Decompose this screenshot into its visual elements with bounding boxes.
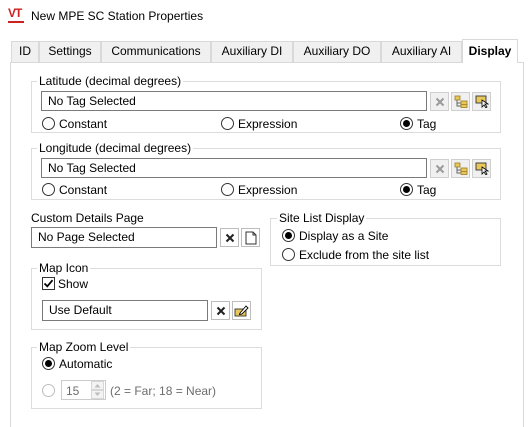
clear-latitude-button[interactable] [430, 92, 449, 111]
show-map-icon-checkbox[interactable] [42, 277, 55, 290]
zoom-up-button[interactable] [91, 381, 104, 390]
tab-auxiliary-ai[interactable]: Auxiliary AI [381, 41, 462, 62]
longitude-constant-label: Constant [59, 183, 108, 197]
longitude-tag-field[interactable]: No Tag Selected [41, 158, 427, 178]
zoom-down-button[interactable] [91, 390, 104, 399]
latitude-expression-label: Expression [238, 117, 298, 131]
tag-tree-icon [454, 95, 467, 108]
longitude-tag-radio[interactable] [400, 183, 413, 196]
browse-longitude-tag-button[interactable] [451, 159, 470, 178]
close-icon [225, 233, 234, 242]
pick-latitude-tag-button[interactable] [472, 92, 491, 111]
checkmark-icon [43, 279, 54, 288]
zoom-level-hint: (2 = Far; 18 = Near) [110, 384, 217, 398]
tab-auxiliary-di[interactable]: Auxiliary DI [211, 41, 293, 62]
zoom-automatic-radio[interactable] [42, 357, 55, 370]
tab-communications[interactable]: Communications [101, 41, 211, 62]
clear-longitude-button[interactable] [430, 159, 449, 178]
page-icon [245, 231, 256, 244]
clear-custom-details-button[interactable] [220, 228, 239, 247]
tab-display[interactable]: Display [462, 39, 518, 63]
browse-latitude-tag-button[interactable] [451, 92, 470, 111]
chevron-up-icon [94, 384, 101, 388]
clear-map-icon-button[interactable] [211, 301, 230, 320]
site-list-display-legend: Site List Display [277, 211, 367, 225]
tag-select-icon [475, 95, 489, 108]
latitude-constant-label: Constant [59, 117, 108, 131]
browse-page-button[interactable] [241, 228, 260, 247]
close-icon [435, 97, 444, 106]
chevron-down-icon [94, 392, 101, 396]
app-logo-icon: VT [8, 6, 24, 23]
close-icon [216, 306, 225, 315]
window-title: New MPE SC Station Properties [31, 9, 204, 23]
latitude-tag-field[interactable]: No Tag Selected [41, 91, 427, 111]
map-icon-legend: Map Icon [37, 261, 91, 275]
display-as-site-label: Display as a Site [299, 229, 389, 243]
longitude-expression-radio[interactable] [221, 183, 234, 196]
longitude-constant-radio[interactable] [42, 183, 55, 196]
latitude-constant-radio[interactable] [42, 117, 55, 130]
longitude-expression-label: Expression [238, 183, 298, 197]
latitude-expression-radio[interactable] [221, 117, 234, 130]
custom-details-field[interactable]: No Page Selected [31, 227, 217, 248]
map-zoom-legend: Map Zoom Level [37, 340, 131, 354]
zoom-automatic-label: Automatic [59, 357, 113, 371]
longitude-legend: Longitude (decimal degrees) [37, 141, 194, 155]
zoom-manual-radio[interactable] [42, 384, 55, 397]
edit-icon [234, 304, 249, 316]
pick-longitude-tag-button[interactable] [472, 159, 491, 178]
edit-map-icon-button[interactable] [232, 301, 251, 320]
display-as-site-radio[interactable] [282, 229, 295, 242]
zoom-level-value: 15 [66, 384, 80, 398]
exclude-from-site-list-label: Exclude from the site list [299, 248, 430, 262]
tab-id[interactable]: ID [11, 41, 39, 62]
exclude-from-site-list-radio[interactable] [282, 248, 295, 261]
latitude-legend: Latitude (decimal degrees) [37, 74, 184, 88]
latitude-tag-radio[interactable] [400, 117, 413, 130]
map-icon-field[interactable]: Use Default [42, 300, 208, 321]
tag-tree-icon [454, 162, 467, 175]
close-icon [435, 164, 444, 173]
custom-details-label: Custom Details Page [31, 211, 144, 225]
latitude-tag-label: Tag [417, 117, 437, 131]
longitude-tag-label: Tag [417, 183, 437, 197]
tab-settings[interactable]: Settings [39, 41, 101, 62]
tag-select-icon [475, 162, 489, 175]
show-map-icon-label: Show [58, 277, 89, 291]
tab-auxiliary-do[interactable]: Auxiliary DO [293, 41, 381, 62]
